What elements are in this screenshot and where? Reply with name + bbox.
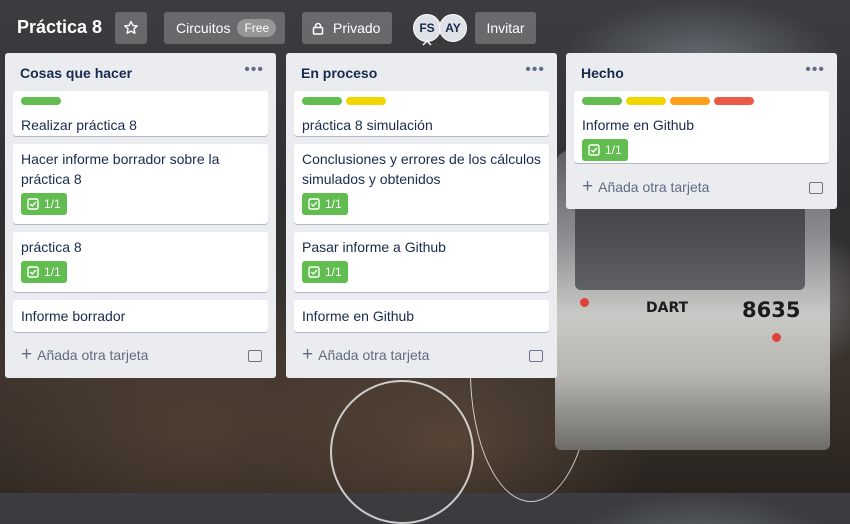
plus-icon: + xyxy=(302,344,314,365)
list-menu-icon[interactable]: ••• xyxy=(525,61,545,79)
card[interactable]: Conclusiones y errores de los cálculos s… xyxy=(294,144,549,224)
checklist-icon xyxy=(308,198,320,210)
checklist-icon xyxy=(588,144,600,156)
add-card-label: Añada otra tarjeta xyxy=(318,347,430,363)
card-labels[interactable] xyxy=(302,91,541,111)
card-labels[interactable] xyxy=(582,91,821,111)
card[interactable]: Informe en Github 1/1 xyxy=(574,91,829,163)
star-icon xyxy=(124,20,138,34)
star-button[interactable] xyxy=(115,12,147,44)
add-card-label: Añada otra tarjeta xyxy=(37,347,149,363)
list-header[interactable]: En proceso ••• xyxy=(286,53,557,91)
admin-chevron-icon xyxy=(422,40,432,46)
card-title: Pasar informe a Github xyxy=(302,239,446,255)
card[interactable]: Pasar informe a Github 1/1 xyxy=(294,232,549,292)
board-header: Práctica 8 Circuitos Free Privado FS AY … xyxy=(0,0,850,56)
checklist-icon xyxy=(27,198,39,210)
train-lamp xyxy=(580,298,589,307)
checklist-count: 1/1 xyxy=(325,265,342,279)
list-header[interactable]: Cosas que hacer ••• xyxy=(5,53,276,91)
label-orange[interactable] xyxy=(670,97,710,105)
label-green[interactable] xyxy=(21,97,61,105)
checklist-badge: 1/1 xyxy=(21,261,67,283)
visibility-label: Privado xyxy=(333,20,381,36)
label-yellow[interactable] xyxy=(626,97,666,105)
list-title[interactable]: Cosas que hacer xyxy=(20,65,132,81)
checklist-count: 1/1 xyxy=(44,265,61,279)
checklist-count: 1/1 xyxy=(605,143,622,157)
card-title: Informe en Github xyxy=(302,308,415,324)
plus-icon: + xyxy=(21,344,33,365)
list-menu-icon[interactable]: ••• xyxy=(244,61,264,79)
add-card-button[interactable]: + Añada otra tarjeta xyxy=(21,344,149,365)
card[interactable]: Hacer informe borrador sobre la práctica… xyxy=(13,144,268,224)
visibility-button[interactable]: Privado xyxy=(302,12,392,44)
list-menu-icon[interactable]: ••• xyxy=(805,61,825,79)
avatar[interactable]: FS xyxy=(413,14,441,42)
label-green[interactable] xyxy=(582,97,622,105)
card[interactable]: Informe borrador xyxy=(13,300,268,332)
add-card-button[interactable]: + Añada otra tarjeta xyxy=(582,176,710,197)
list-cosas-que-hacer: Cosas que hacer ••• Realizar práctica 8 … xyxy=(5,53,276,378)
card-title: Realizar práctica 8 xyxy=(21,117,137,133)
card[interactable]: práctica 8 simulación xyxy=(294,91,549,136)
card-labels[interactable] xyxy=(21,91,260,111)
train-number: 8635 xyxy=(742,298,801,322)
card-title: práctica 8 xyxy=(21,239,82,255)
checklist-badge: 1/1 xyxy=(302,193,348,215)
card-title: Hacer informe borrador sobre la práctica… xyxy=(21,151,220,187)
label-red[interactable] xyxy=(714,97,754,105)
card[interactable]: práctica 8 1/1 xyxy=(13,232,268,292)
lock-icon xyxy=(312,22,324,35)
add-card-label: Añada otra tarjeta xyxy=(598,179,710,195)
checklist-count: 1/1 xyxy=(325,197,342,211)
checklist-badge: 1/1 xyxy=(302,261,348,283)
train-logo: DART xyxy=(646,300,689,316)
checklist-badge: 1/1 xyxy=(582,139,628,161)
card[interactable]: Informe en Github xyxy=(294,300,549,332)
avatar[interactable]: AY xyxy=(439,14,467,42)
label-yellow[interactable] xyxy=(346,97,386,105)
card[interactable]: Realizar práctica 8 xyxy=(13,91,268,136)
card-title: Informe en Github xyxy=(582,117,695,133)
checklist-count: 1/1 xyxy=(44,197,61,211)
template-icon[interactable] xyxy=(529,350,543,362)
invite-label: Invitar xyxy=(486,20,525,36)
avatar-initials: FS xyxy=(419,21,435,35)
plus-icon: + xyxy=(582,176,594,197)
board-title[interactable]: Práctica 8 xyxy=(17,17,102,38)
checklist-badge: 1/1 xyxy=(21,193,67,215)
label-green[interactable] xyxy=(302,97,342,105)
template-icon[interactable] xyxy=(248,350,262,362)
card-title: Conclusiones y errores de los cálculos s… xyxy=(302,151,541,187)
add-card-button[interactable]: + Añada otra tarjeta xyxy=(302,344,430,365)
list-title[interactable]: En proceso xyxy=(301,65,377,81)
plan-badge: Free xyxy=(237,19,277,37)
invite-button[interactable]: Invitar xyxy=(475,12,536,44)
card-title: práctica 8 simulación xyxy=(302,117,433,133)
list-hecho: Hecho ••• Informe en Github 1/1 + Añada … xyxy=(566,53,837,209)
list-header[interactable]: Hecho ••• xyxy=(566,53,837,91)
workspace-button[interactable]: Circuitos Free xyxy=(164,12,285,44)
checklist-icon xyxy=(27,266,39,278)
checklist-icon xyxy=(308,266,320,278)
train-lamp xyxy=(772,333,781,342)
list-en-proceso: En proceso ••• práctica 8 simulación Con… xyxy=(286,53,557,378)
workspace-name: Circuitos xyxy=(176,20,231,36)
template-icon[interactable] xyxy=(809,182,823,194)
avatar-initials: AY xyxy=(445,21,461,35)
list-title[interactable]: Hecho xyxy=(581,65,624,81)
card-title: Informe borrador xyxy=(21,308,126,324)
